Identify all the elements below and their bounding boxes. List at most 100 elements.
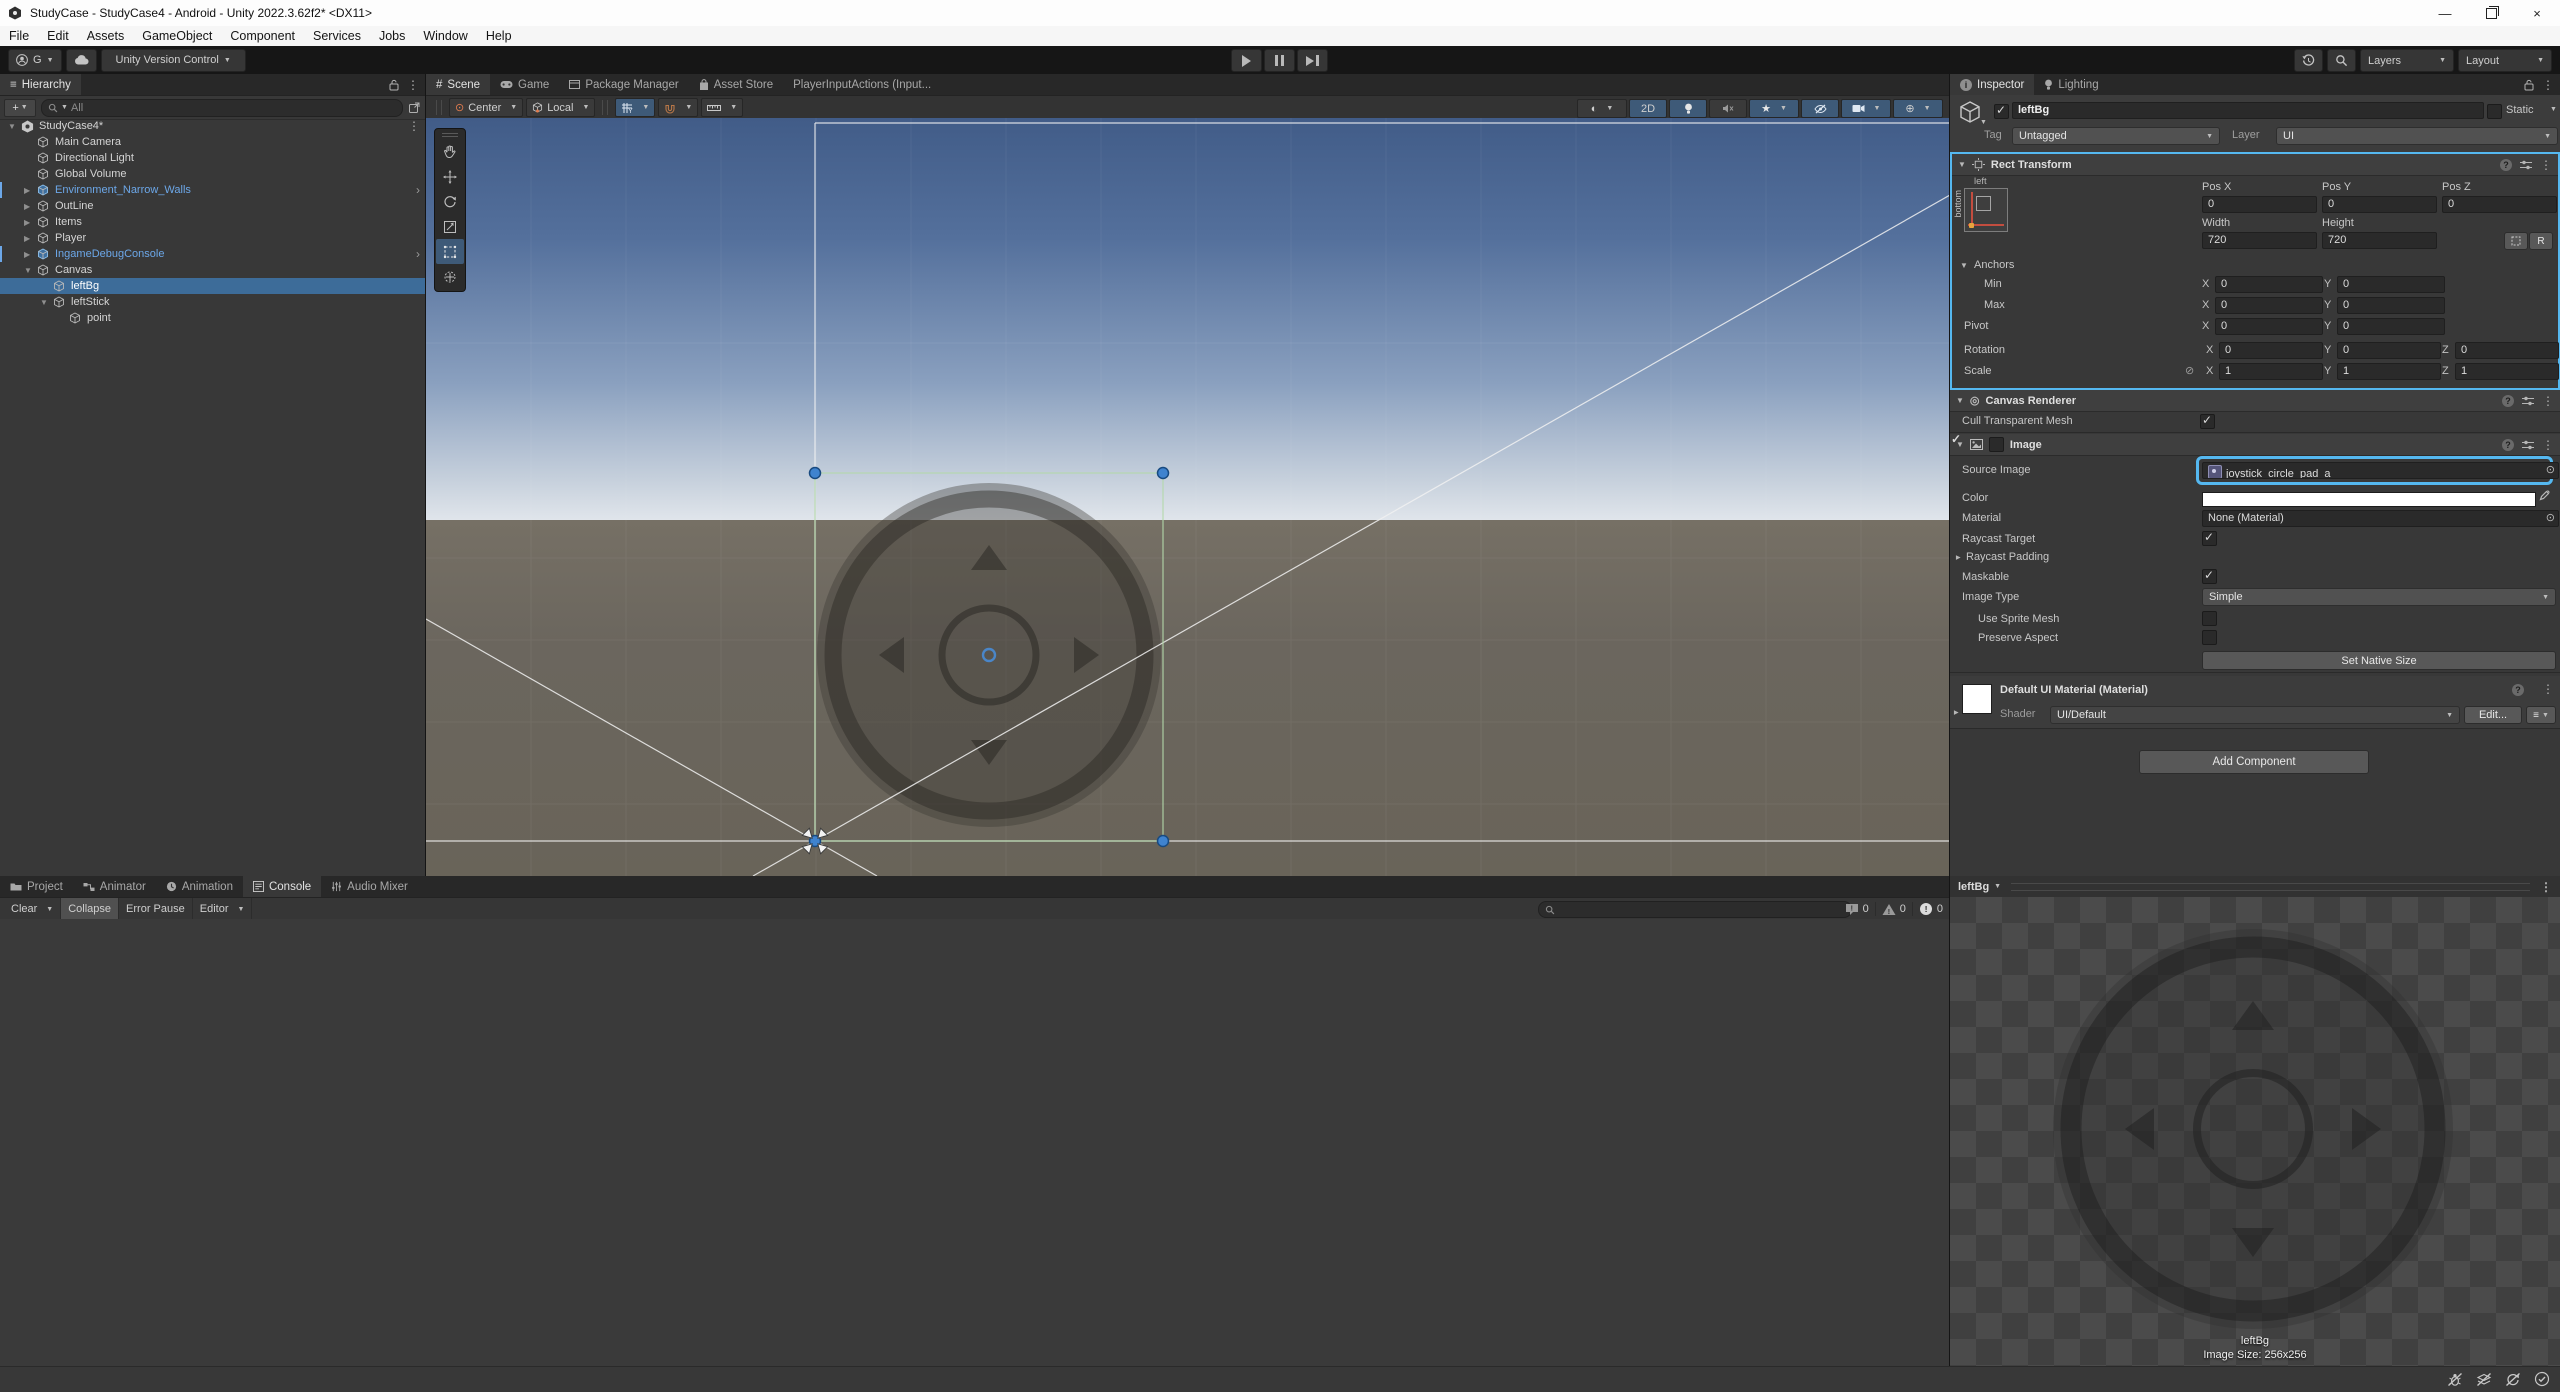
gizmos-dropdown[interactable]: ⊕▼: [1893, 99, 1943, 118]
kebab-menu-icon[interactable]: ⋮: [2542, 394, 2554, 408]
raycast-target-checkbox[interactable]: [2202, 531, 2217, 546]
width-field[interactable]: 720: [2202, 232, 2317, 249]
expand-arrow-icon[interactable]: [40, 298, 53, 307]
collapse-toggle[interactable]: Collapse: [60, 898, 119, 920]
grid-snapping-toggle[interactable]: Y ▼: [615, 98, 655, 117]
expand-arrow-icon[interactable]: [24, 234, 37, 243]
hierarchy-row[interactable]: point › ⋮: [0, 310, 425, 326]
layers-dropdown[interactable]: Layers▼: [2360, 49, 2454, 72]
rotate-tool-button[interactable]: [436, 189, 464, 214]
shading-mode-dropdown[interactable]: ◐▼: [1577, 99, 1627, 118]
preview-dropdown-arrow[interactable]: ▼: [1994, 883, 2001, 890]
effects-dropdown[interactable]: ★▼: [1749, 99, 1799, 118]
tool-handle-rotation-dropdown[interactable]: Local▼: [526, 98, 595, 117]
shader-edit-button[interactable]: Edit...: [2464, 706, 2522, 724]
hierarchy-row[interactable]: StudyCase4* › ⋮: [0, 118, 425, 134]
scene-lighting-toggle[interactable]: [1669, 99, 1707, 118]
tag-dropdown[interactable]: Untagged▼: [2012, 127, 2220, 145]
hidden-objects-toggle[interactable]: [1801, 99, 1839, 118]
minimize-button[interactable]: —: [2422, 0, 2468, 26]
anchors-foldout-arrow[interactable]: ▼: [1960, 261, 1968, 270]
hierarchy-search-input[interactable]: ▼ All: [41, 99, 403, 117]
hierarchy-row[interactable]: leftStick › ⋮: [0, 294, 425, 310]
step-button[interactable]: [1297, 49, 1328, 72]
play-button[interactable]: [1231, 49, 1262, 72]
restore-button[interactable]: [2468, 0, 2514, 26]
pivot-y-field[interactable]: 0: [2337, 318, 2445, 335]
kebab-menu-icon[interactable]: ⋮: [2540, 158, 2552, 172]
tab-animation[interactable]: Animation: [156, 876, 243, 897]
menu-item[interactable]: Window: [414, 26, 476, 46]
expand-arrow-icon[interactable]: [24, 266, 37, 275]
anchors-max-x-field[interactable]: 0: [2215, 297, 2323, 314]
tab-console[interactable]: Console: [243, 876, 321, 897]
expand-arrow-icon[interactable]: [24, 250, 37, 259]
presets-icon[interactable]: [2522, 396, 2534, 406]
undo-history-button[interactable]: [2294, 49, 2323, 72]
tab-package-manager[interactable]: Package Manager: [559, 74, 688, 95]
kebab-menu-icon[interactable]: ⋮: [407, 78, 419, 92]
refresh-disabled-icon[interactable]: [2505, 1372, 2521, 1387]
static-checkbox[interactable]: [2487, 104, 2502, 119]
help-icon[interactable]: ?: [2512, 684, 2524, 696]
object-picker-icon[interactable]: ⊙: [2546, 463, 2555, 478]
preview-drag-handle[interactable]: [2011, 883, 2530, 891]
anchors-min-x-field[interactable]: 0: [2215, 276, 2323, 293]
help-icon[interactable]: ?: [2500, 159, 2512, 171]
console-search-input[interactable]: [1538, 901, 1852, 918]
kebab-menu-icon[interactable]: ⋮: [2540, 880, 2552, 894]
scale-x-field[interactable]: 1: [2219, 363, 2323, 380]
set-native-size-button[interactable]: Set Native Size: [2202, 651, 2556, 670]
use-sprite-mesh-checkbox[interactable]: [2202, 611, 2217, 626]
hierarchy-row[interactable]: Global Volume › ⋮: [0, 166, 425, 182]
tab-lighting[interactable]: Lighting: [2034, 74, 2108, 95]
account-button[interactable]: G ▼: [8, 49, 62, 72]
lock-icon[interactable]: [389, 79, 399, 91]
expand-arrow-icon[interactable]: [24, 202, 37, 211]
tab-inspector[interactable]: i Inspector: [1950, 74, 2034, 95]
clear-button[interactable]: Clear▼: [4, 898, 60, 920]
anchors-min-y-field[interactable]: 0: [2337, 276, 2445, 293]
active-checkbox[interactable]: [1994, 104, 2009, 119]
2d-mode-toggle[interactable]: 2D: [1629, 99, 1667, 118]
rotation-x-field[interactable]: 0: [2219, 342, 2323, 359]
hierarchy-row[interactable]: Canvas › ⋮: [0, 262, 425, 278]
scene-picker-icon[interactable]: [408, 101, 421, 114]
gameobject-name-field[interactable]: leftBg: [2012, 102, 2484, 119]
raw-edit-button[interactable]: R: [2529, 232, 2553, 250]
progress-idle-icon[interactable]: [2534, 1371, 2550, 1387]
blueprint-mode-button[interactable]: [2504, 232, 2528, 250]
presets-icon[interactable]: [2522, 440, 2534, 450]
expand-arrow-icon[interactable]: [24, 218, 37, 227]
kebab-menu-icon[interactable]: ⋮: [2542, 78, 2554, 92]
editor-dropdown[interactable]: Editor▼: [193, 898, 253, 920]
rotation-z-field[interactable]: 0: [2455, 342, 2559, 359]
kebab-menu-icon[interactable]: ⋮: [2542, 438, 2554, 452]
tab-hierarchy[interactable]: ≡ Hierarchy: [0, 74, 81, 95]
move-tool-button[interactable]: [436, 164, 464, 189]
preserve-aspect-checkbox[interactable]: [2202, 630, 2217, 645]
add-object-button[interactable]: +▼: [4, 99, 36, 117]
rotation-y-field[interactable]: 0: [2337, 342, 2441, 359]
error-messages-icon[interactable]: !: [1919, 902, 1933, 916]
increment-snap-toggle[interactable]: ▼: [658, 98, 698, 117]
tab-audio-mixer[interactable]: Audio Mixer: [321, 876, 418, 897]
search-button[interactable]: [2327, 49, 2356, 72]
hierarchy-row[interactable]: Environment_Narrow_Walls › ⋮: [0, 182, 425, 198]
expand-arrow-icon[interactable]: [24, 186, 37, 195]
scale-link-icon[interactable]: ⊘: [2185, 364, 2194, 377]
scale-z-field[interactable]: 1: [2455, 363, 2559, 380]
tool-handle-pivot-dropdown[interactable]: ⊙ Center▼: [449, 98, 523, 117]
prefab-open-arrow[interactable]: ›: [416, 247, 420, 261]
eyedropper-icon[interactable]: [2539, 489, 2551, 501]
menu-item[interactable]: Jobs: [370, 26, 414, 46]
close-button[interactable]: ×: [2514, 0, 2560, 26]
shader-dropdown[interactable]: UI/Default▼: [2050, 706, 2460, 724]
anchors-max-y-field[interactable]: 0: [2337, 297, 2445, 314]
console-log-area[interactable]: [0, 919, 1949, 1366]
static-dropdown-arrow[interactable]: ▼: [2550, 106, 2557, 113]
hand-tool-button[interactable]: [436, 139, 464, 164]
scale-tool-button[interactable]: [436, 214, 464, 239]
layout-dropdown[interactable]: Layout▼: [2458, 49, 2552, 72]
material-foldout-arrow[interactable]: ▼: [1951, 709, 1960, 717]
